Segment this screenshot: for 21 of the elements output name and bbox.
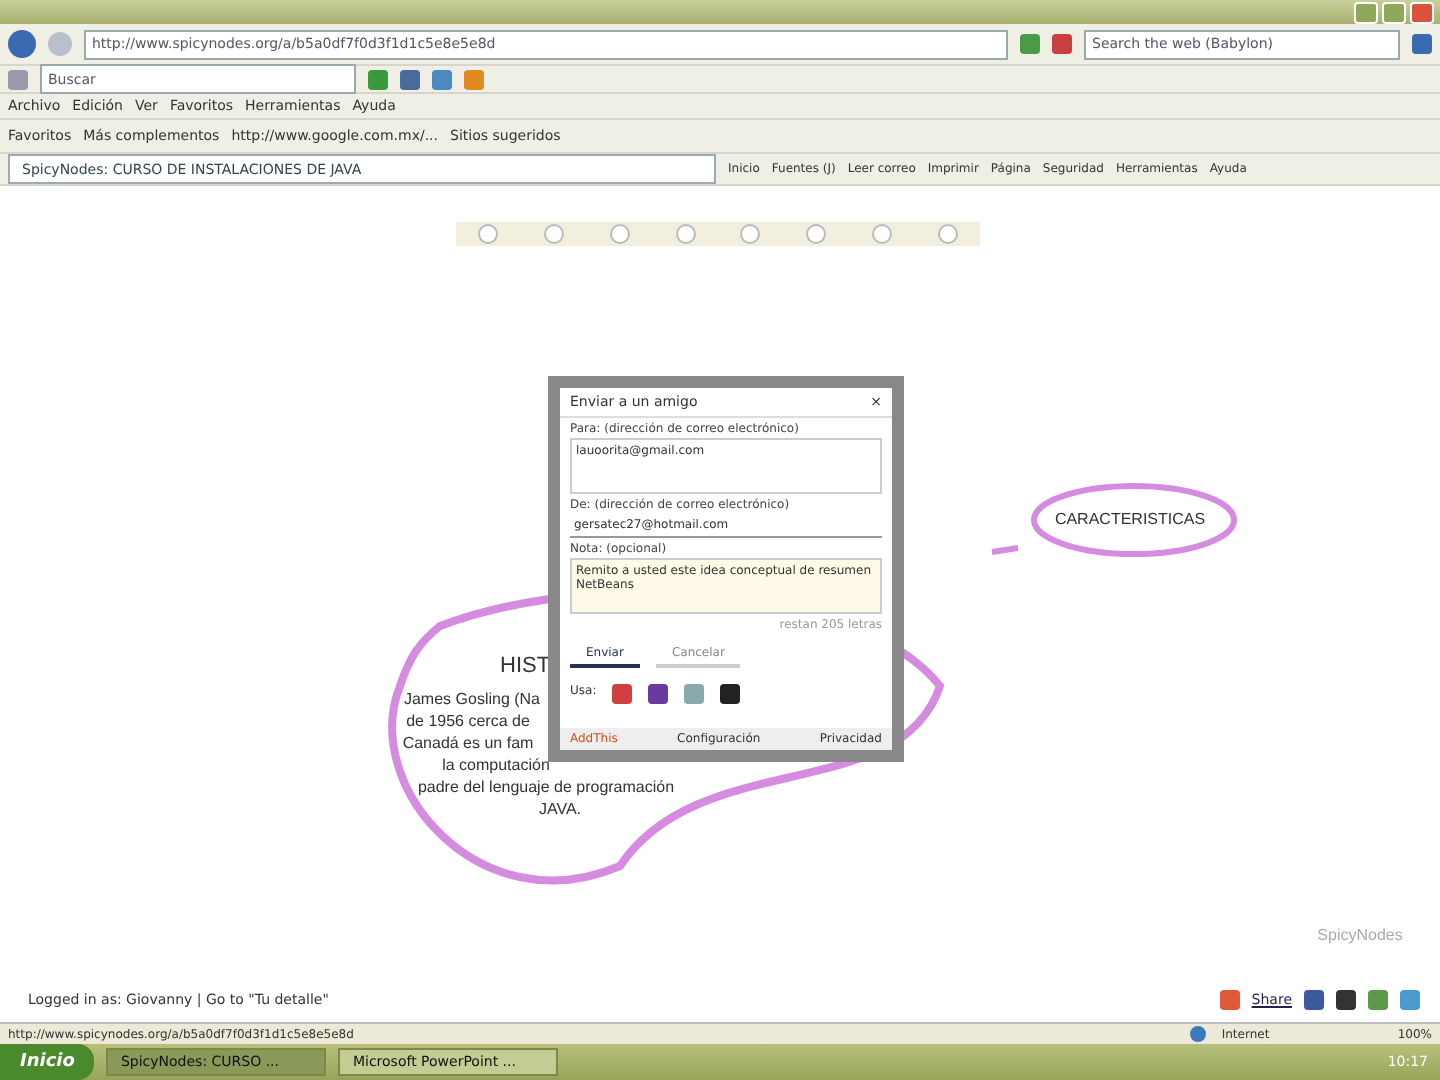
control-icon[interactable] xyxy=(937,224,958,244)
node-title[interactable]: CARACTERISTICAS xyxy=(1050,510,1210,528)
logo-text: SpicyNodes xyxy=(1315,926,1405,944)
node-text: Canadá es un fam xyxy=(400,734,536,752)
maximize-button[interactable] xyxy=(1382,1,1406,23)
node-text: James Gosling (Na xyxy=(401,690,543,708)
control-icon[interactable] xyxy=(544,224,565,244)
node-text: padre del lenguaje de programación xyxy=(415,778,677,796)
control-icon[interactable] xyxy=(609,224,630,244)
node-text: de 1956 cerca de xyxy=(404,712,532,730)
start-button[interactable]: Inicio xyxy=(0,1044,95,1080)
node-text: la computación xyxy=(440,756,552,774)
control-icon[interactable] xyxy=(675,224,696,244)
control-icon[interactable] xyxy=(740,224,761,244)
close-button[interactable] xyxy=(1410,1,1434,23)
control-icon[interactable] xyxy=(478,224,499,244)
control-icon[interactable] xyxy=(806,224,827,244)
control-icon[interactable] xyxy=(871,224,892,244)
node-title[interactable]: HIST xyxy=(500,654,548,678)
minimize-button[interactable] xyxy=(1354,1,1378,23)
node-text: JAVA. xyxy=(536,800,584,818)
